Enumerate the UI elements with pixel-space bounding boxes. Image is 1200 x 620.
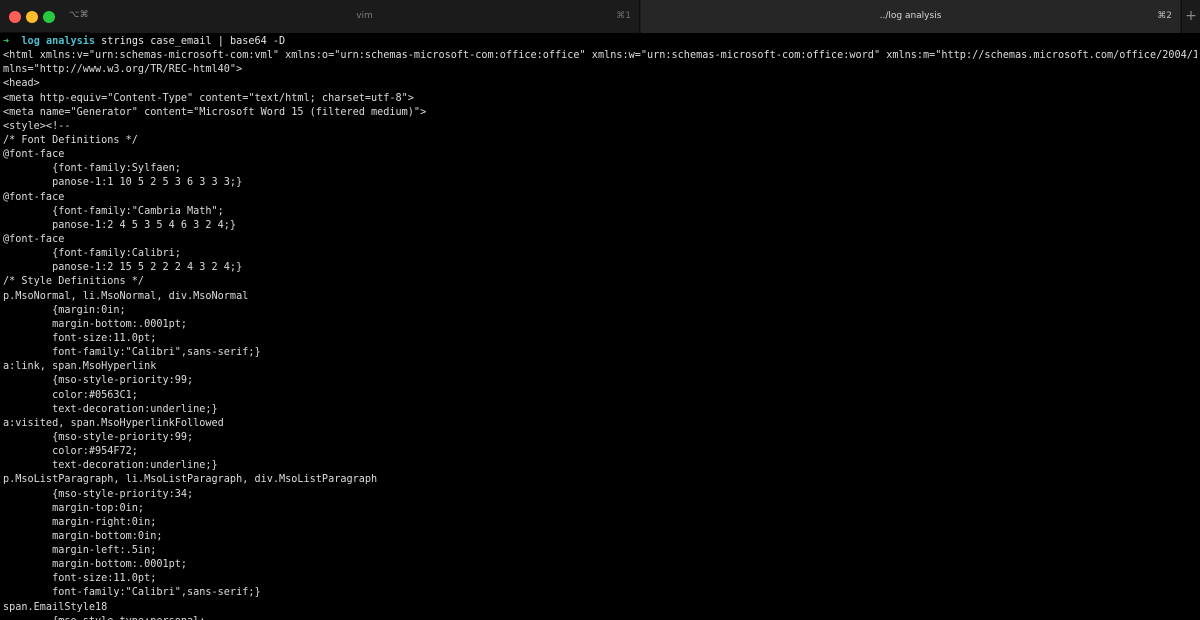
output-line: font-family:"Calibri",sans-serif;} bbox=[3, 347, 261, 359]
output-line: margin-bottom:.0001pt; bbox=[3, 559, 188, 571]
output-line: <meta name="Generator" content="Microsof… bbox=[3, 106, 427, 118]
output-line: <meta http-equiv="Content-Type" content=… bbox=[3, 92, 414, 104]
output-line: /* Style Definitions */ bbox=[3, 276, 145, 288]
command-output: <html xmlns:v="urn:schemas-microsoft-com… bbox=[3, 49, 1197, 620]
output-line: text-decoration:underline;} bbox=[3, 460, 218, 472]
output-line: panose-1:2 4 5 3 5 4 6 3 2 4;} bbox=[3, 219, 237, 231]
title-bar: ⌥⌘1 vim ⌘1 ../log analysis ⌘2 + bbox=[0, 0, 1200, 33]
output-line: font-size:11.0pt; bbox=[3, 332, 157, 344]
output-line: panose-1:1 10 5 2 5 3 6 3 3 3;} bbox=[3, 177, 243, 189]
output-line: <html xmlns:v="urn:schemas-microsoft-com… bbox=[3, 50, 1197, 62]
output-line: margin-right:0in; bbox=[3, 516, 157, 528]
output-line: margin-bottom:0in; bbox=[3, 530, 163, 542]
minimize-window-button[interactable] bbox=[26, 11, 38, 23]
tab-vim[interactable]: vim ⌘1 bbox=[90, 0, 640, 33]
new-tab-button[interactable]: + bbox=[1181, 0, 1200, 33]
tab-title: ../log analysis bbox=[879, 11, 942, 21]
output-line: mlns="http://www.w3.org/TR/REC-html40"> bbox=[3, 64, 243, 76]
prompt-arrow-icon: ➜ bbox=[3, 36, 10, 47]
output-line: span.EmailStyle18 bbox=[3, 601, 108, 613]
output-line: margin-left:.5in; bbox=[3, 545, 157, 557]
output-line: p.MsoNormal, li.MsoNormal, div.MsoNormal bbox=[3, 290, 249, 302]
tab-title: vim bbox=[356, 11, 373, 21]
output-line: {mso-style-type:personal; bbox=[3, 615, 1197, 620]
output-line: @font-face bbox=[3, 191, 65, 203]
prompt-line: ➜ log analysis strings case_email | base… bbox=[3, 35, 1197, 49]
output-line: a:visited, span.MsoHyperlinkFollowed bbox=[3, 417, 224, 429]
prompt-directory: log analysis bbox=[21, 36, 96, 47]
output-line: p.MsoListParagraph, li.MsoListParagraph,… bbox=[3, 474, 378, 486]
terminal-output[interactable]: ➜ log analysis strings case_email | base… bbox=[3, 35, 1197, 620]
output-line: {font-family:"Cambria Math"; bbox=[3, 205, 224, 217]
output-line: a:link, span.MsoHyperlink bbox=[3, 361, 157, 373]
output-line: {margin:0in; bbox=[3, 304, 126, 316]
output-line: panose-1:2 15 5 2 2 2 4 3 2 4;} bbox=[3, 262, 243, 274]
output-line: {font-family:Sylfaen; bbox=[3, 163, 181, 175]
output-line: {mso-style-priority:99; bbox=[3, 375, 194, 387]
output-line: margin-bottom:.0001pt; bbox=[3, 318, 188, 330]
output-line: /* Font Definitions */ bbox=[3, 134, 138, 146]
tab-shortcut: ⌘1 bbox=[616, 11, 631, 21]
close-window-button[interactable] bbox=[9, 11, 21, 23]
output-line: {mso-style-priority:99; bbox=[3, 431, 194, 443]
tab-log-analysis[interactable]: ../log analysis ⌘2 bbox=[641, 0, 1180, 33]
zoom-window-button[interactable] bbox=[43, 11, 55, 23]
output-line: margin-top:0in; bbox=[3, 502, 145, 514]
tab-shortcut: ⌘2 bbox=[1157, 11, 1172, 21]
output-line: color:#0563C1; bbox=[3, 389, 138, 401]
output-line: font-family:"Calibri",sans-serif;} bbox=[3, 587, 261, 599]
terminal-window: ⌥⌘1 vim ⌘1 ../log analysis ⌘2 + ➜ log an… bbox=[0, 0, 1200, 620]
output-line: font-size:11.0pt; bbox=[3, 573, 157, 585]
output-line: @font-face bbox=[3, 149, 65, 161]
output-line: @font-face bbox=[3, 233, 65, 245]
output-line: <style><!-- bbox=[3, 120, 71, 132]
output-line: {font-family:Calibri; bbox=[3, 248, 181, 260]
prompt-command: strings case_email | base64 -D bbox=[101, 36, 286, 47]
output-line: text-decoration:underline;} bbox=[3, 403, 218, 415]
output-line: {mso-style-priority:34; bbox=[3, 488, 194, 500]
output-line: color:#954F72; bbox=[3, 446, 138, 458]
output-line: <head> bbox=[3, 78, 40, 90]
